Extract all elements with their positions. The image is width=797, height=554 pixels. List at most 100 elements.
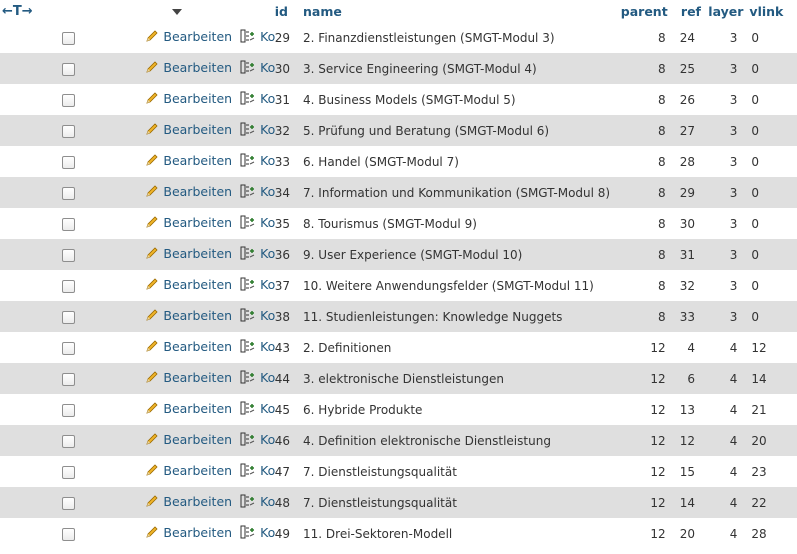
row-checkbox[interactable] <box>62 310 76 324</box>
edit-link[interactable]: Bearbeiten <box>145 463 232 478</box>
row-checkbox[interactable] <box>62 124 76 138</box>
copy-link[interactable]: Kopieren <box>240 60 275 75</box>
row-checkbox[interactable] <box>62 217 76 231</box>
row-actions: BearbeitenKopierenLöschen <box>137 518 275 549</box>
row-checkbox-cell <box>0 487 138 518</box>
cell-id: 45 <box>274 394 304 425</box>
pencil-icon <box>145 60 159 77</box>
table-row: BearbeitenKopierenLöschen347. Informatio… <box>0 177 797 208</box>
cell-vlink: 12 <box>743 332 797 363</box>
cell-vlink: 0 <box>743 84 797 115</box>
cell-name: 6. Hybride Produkte <box>303 394 613 425</box>
cell-vlink: 0 <box>743 53 797 84</box>
table-row: BearbeitenKopierenLöschen3811. Studienle… <box>0 301 797 332</box>
copy-link[interactable]: Kopieren <box>240 184 275 199</box>
cell-parent: 8 <box>612 177 668 208</box>
edit-link[interactable]: Bearbeiten <box>145 184 232 199</box>
edit-label: Bearbeiten <box>163 122 233 137</box>
copy-link[interactable]: Kopieren <box>240 308 275 323</box>
cell-name: 5. Prüfung und Beratung (SMGT-Modul 6) <box>303 115 613 146</box>
copy-link[interactable]: Kopieren <box>240 432 275 447</box>
row-checkbox[interactable] <box>62 279 76 293</box>
row-checkbox[interactable] <box>62 372 76 386</box>
row-checkbox[interactable] <box>62 527 76 541</box>
copy-link[interactable]: Kopieren <box>240 463 275 478</box>
edit-link[interactable]: Bearbeiten <box>145 432 232 447</box>
copy-icon <box>240 432 256 449</box>
copy-link[interactable]: Kopieren <box>240 153 275 168</box>
edit-link[interactable]: Bearbeiten <box>145 215 232 230</box>
row-checkbox[interactable] <box>62 186 76 200</box>
edit-link[interactable]: Bearbeiten <box>145 525 232 540</box>
cell-id: 46 <box>274 425 304 456</box>
copy-link[interactable]: Kopieren <box>240 370 275 385</box>
column-arrows-toggle[interactable]: ←T→ <box>2 4 33 19</box>
copy-link[interactable]: Kopieren <box>240 339 275 354</box>
edit-label: Bearbeiten <box>163 277 233 292</box>
copy-link[interactable]: Kopieren <box>240 122 275 137</box>
copy-label: Kopieren <box>260 525 275 540</box>
copy-link[interactable]: Kopieren <box>240 246 275 261</box>
edit-link[interactable]: Bearbeiten <box>145 277 232 292</box>
row-checkbox[interactable] <box>62 341 76 355</box>
column-header-layer[interactable]: layer <box>701 0 744 22</box>
copy-icon <box>240 401 256 418</box>
column-header-vlink[interactable]: vlink <box>743 0 797 22</box>
row-checkbox-cell <box>0 456 138 487</box>
edit-link[interactable]: Bearbeiten <box>145 29 232 44</box>
cell-ref: 20 <box>667 518 701 549</box>
copy-label: Kopieren <box>260 60 275 75</box>
edit-link[interactable]: Bearbeiten <box>145 494 232 509</box>
row-checkbox-cell <box>0 332 138 363</box>
row-checkbox-cell <box>0 84 138 115</box>
row-checkbox[interactable] <box>62 465 76 479</box>
column-header-ref[interactable]: ref <box>667 0 701 22</box>
column-header-parent[interactable]: parent <box>612 0 668 22</box>
row-checkbox[interactable] <box>62 248 76 262</box>
cell-vlink: 0 <box>743 22 797 53</box>
copy-icon <box>240 60 256 77</box>
row-checkbox-cell <box>0 146 138 177</box>
header-row: ←T→ id name parent ref layer vlink <box>0 0 797 22</box>
row-checkbox-cell <box>0 425 138 456</box>
cell-parent: 12 <box>612 487 668 518</box>
row-checkbox[interactable] <box>62 155 76 169</box>
copy-link[interactable]: Kopieren <box>240 494 275 509</box>
edit-link[interactable]: Bearbeiten <box>145 339 232 354</box>
pencil-icon <box>145 29 159 46</box>
edit-link[interactable]: Bearbeiten <box>145 91 232 106</box>
copy-link[interactable]: Kopieren <box>240 401 275 416</box>
row-checkbox[interactable] <box>62 403 76 417</box>
row-actions: BearbeitenKopierenLöschen <box>137 425 275 456</box>
row-checkbox[interactable] <box>62 31 76 45</box>
row-checkbox[interactable] <box>62 434 76 448</box>
copy-link[interactable]: Kopieren <box>240 29 275 44</box>
edit-link[interactable]: Bearbeiten <box>145 401 232 416</box>
row-checkbox[interactable] <box>62 93 76 107</box>
cell-ref: 32 <box>667 270 701 301</box>
copy-link[interactable]: Kopieren <box>240 277 275 292</box>
options-dropdown-icon[interactable] <box>172 8 183 15</box>
copy-link[interactable]: Kopieren <box>240 91 275 106</box>
edit-link[interactable]: Bearbeiten <box>145 122 232 137</box>
cell-id: 48 <box>274 487 304 518</box>
copy-link[interactable]: Kopieren <box>240 215 275 230</box>
edit-link[interactable]: Bearbeiten <box>145 153 232 168</box>
cell-id: 32 <box>274 115 304 146</box>
table-row: BearbeitenKopierenLöschen314. Business M… <box>0 84 797 115</box>
column-header-id[interactable]: id <box>274 0 304 22</box>
edit-link[interactable]: Bearbeiten <box>145 60 232 75</box>
cell-id: 43 <box>274 332 304 363</box>
column-header-name[interactable]: name <box>303 0 613 22</box>
edit-label: Bearbeiten <box>163 29 233 44</box>
cell-ref: 4 <box>667 332 701 363</box>
edit-link[interactable]: Bearbeiten <box>145 246 232 261</box>
row-checkbox[interactable] <box>62 496 76 510</box>
row-checkbox-cell <box>0 363 138 394</box>
copy-link[interactable]: Kopieren <box>240 525 275 540</box>
copy-icon <box>240 370 256 387</box>
row-actions: BearbeitenKopierenLöschen <box>137 301 275 332</box>
row-checkbox[interactable] <box>62 62 76 76</box>
edit-link[interactable]: Bearbeiten <box>145 370 232 385</box>
edit-link[interactable]: Bearbeiten <box>145 308 232 323</box>
